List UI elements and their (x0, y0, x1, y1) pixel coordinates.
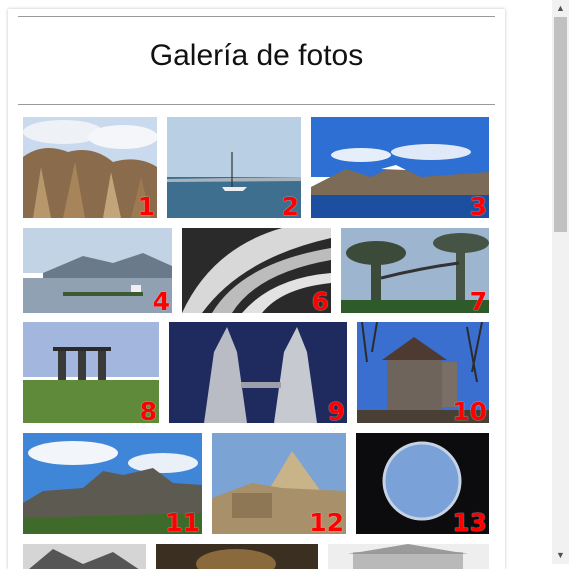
photo-11[interactable]: 11 (23, 433, 202, 534)
photo-partial-3-image (328, 544, 489, 569)
photo-number: 1 (137, 192, 155, 218)
photo-8[interactable]: 8 (23, 322, 159, 423)
photo-7[interactable]: 7 (341, 228, 489, 313)
photo-4[interactable]: 4 (23, 228, 172, 313)
photo-3[interactable]: 3 (311, 117, 489, 218)
photo-13[interactable]: 13 (356, 433, 489, 534)
photo-number: 12 (309, 508, 344, 534)
photo-partial-1[interactable] (23, 544, 146, 569)
triangle-down-icon[interactable]: ▼ (552, 547, 569, 564)
photo-3-image (311, 117, 489, 218)
photo-10[interactable]: 10 (357, 322, 489, 423)
triangle-up-icon[interactable]: ▲ (552, 0, 569, 17)
photo-12[interactable]: 12 (212, 433, 346, 534)
photo-number: 2 (281, 192, 299, 218)
photo-number: 9 (327, 397, 345, 423)
photo-7-image (341, 228, 489, 313)
photo-6[interactable]: 6 (182, 228, 331, 313)
photo-number: 7 (469, 287, 487, 313)
scrollbar-thumb[interactable] (554, 17, 567, 232)
photo-number: 11 (165, 508, 200, 534)
photo-number: 6 (311, 287, 329, 313)
photo-number: 10 (452, 397, 487, 423)
photo-4-image (23, 228, 172, 313)
photo-2[interactable]: 2 (167, 117, 301, 218)
photo-1[interactable]: 1 (23, 117, 157, 218)
photo-partial-3[interactable] (328, 544, 489, 569)
photo-partial-2-image (156, 544, 318, 569)
photo-9-image (169, 322, 347, 423)
photo-number: 4 (152, 287, 170, 313)
photo-partial-1-image (23, 544, 146, 569)
photo-6-image (182, 228, 331, 313)
gallery-card: Galería de fotos 1 2 3 4 6 7 8 9 10 11 1… (8, 9, 505, 569)
photo-number: 13 (452, 508, 487, 534)
photo-9[interactable]: 9 (169, 322, 347, 423)
photo-partial-2[interactable] (156, 544, 318, 569)
photo-8-image (23, 322, 159, 423)
vertical-scrollbar[interactable]: ▲ ▼ (552, 0, 569, 564)
photo-number: 8 (139, 397, 157, 423)
top-divider (18, 16, 495, 17)
photo-number: 3 (469, 192, 487, 218)
page-title: Galería de fotos (149, 39, 364, 72)
bottom-divider (18, 104, 495, 105)
